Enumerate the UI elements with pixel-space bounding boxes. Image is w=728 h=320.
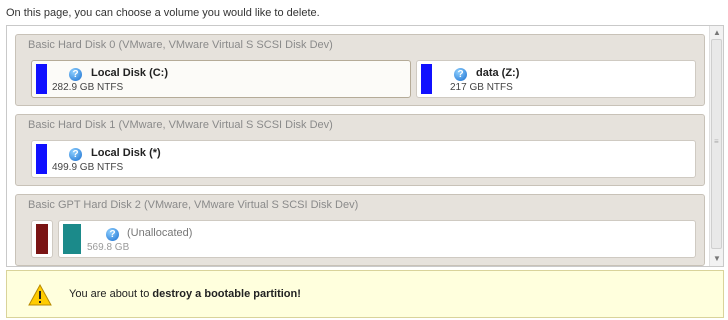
volume-local-disk-c[interactable]: ? Local Disk (C:) 282.9 GB NTFS <box>31 60 411 98</box>
scroll-down-arrow-icon[interactable]: ▼ <box>712 254 722 264</box>
volume-color-swatch <box>36 144 47 174</box>
disk-2-header: Basic GPT Hard Disk 2 (VMware, VMware Vi… <box>28 199 359 211</box>
volume-size: 499.9 GB NTFS <box>52 162 124 173</box>
warning-prefix: You are about to <box>69 288 153 300</box>
warning-banner: You are about to destroy a bootable part… <box>6 270 724 318</box>
volume-local-disk-star[interactable]: ? Local Disk (*) 499.9 GB NTFS <box>31 140 696 178</box>
info-icon: ? <box>69 148 82 161</box>
disk-1-header: Basic Hard Disk 1 (VMware, VMware Virtua… <box>28 119 333 131</box>
warning-message: You are about to destroy a bootable part… <box>69 288 301 300</box>
volume-name: (Unallocated) <box>127 227 193 239</box>
volume-name: Local Disk (*) <box>91 147 161 159</box>
disk-1-group: Basic Hard Disk 1 (VMware, VMware Virtua… <box>15 114 705 186</box>
grip-icon: ≡ <box>714 137 719 146</box>
volume-name: data (Z:) <box>476 67 520 79</box>
warning-emphasis: destroy a bootable partition! <box>152 288 301 300</box>
volume-size: 217 GB NTFS <box>450 82 513 93</box>
volume-system-reserved[interactable] <box>31 220 53 258</box>
warning-triangle-icon <box>28 284 52 306</box>
volume-list[interactable]: Basic Hard Disk 0 (VMware, VMware Virtua… <box>6 25 724 267</box>
page-instruction: On this page, you can choose a volume yo… <box>6 7 320 19</box>
disk-0-header: Basic Hard Disk 0 (VMware, VMware Virtua… <box>28 39 333 51</box>
volume-color-swatch <box>36 64 47 94</box>
volume-size: 282.9 GB NTFS <box>52 82 124 93</box>
scroll-thumb[interactable]: ≡ <box>711 39 722 249</box>
info-icon: ? <box>454 68 467 81</box>
volume-unallocated[interactable]: ? (Unallocated) 569.8 GB <box>58 220 696 258</box>
volume-color-swatch <box>421 64 432 94</box>
volume-color-swatch <box>36 224 48 254</box>
info-icon: ? <box>69 68 82 81</box>
scroll-up-arrow-icon[interactable]: ▲ <box>712 28 722 38</box>
volume-color-swatch <box>63 224 81 254</box>
volume-name: Local Disk (C:) <box>91 67 169 79</box>
volume-size: 569.8 GB <box>87 242 130 253</box>
info-icon: ? <box>106 228 119 241</box>
volume-data-z[interactable]: ? data (Z:) 217 GB NTFS <box>416 60 696 98</box>
disk-0-group: Basic Hard Disk 0 (VMware, VMware Virtua… <box>15 34 705 106</box>
vertical-scrollbar[interactable]: ▲ ≡ ▼ <box>709 26 723 266</box>
disk-2-group: Basic GPT Hard Disk 2 (VMware, VMware Vi… <box>15 194 705 266</box>
